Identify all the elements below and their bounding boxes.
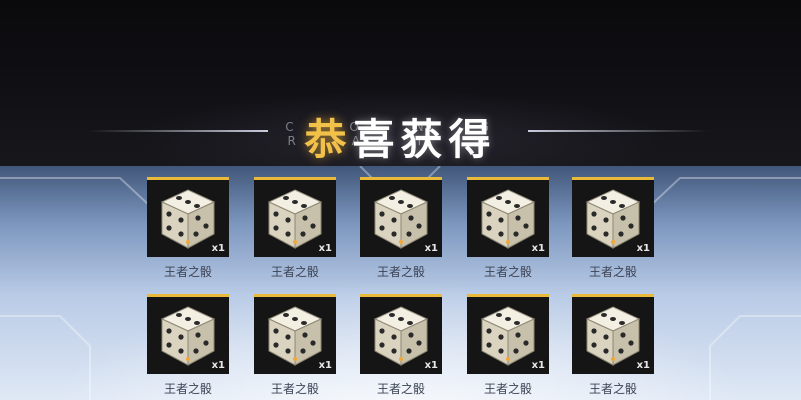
reward-name: 王者之骰 [588, 382, 637, 396]
reward-icon-tile[interactable]: x1 [572, 294, 654, 374]
title-first-char: 恭 [304, 115, 353, 164]
reward-quantity: x1 [531, 360, 545, 371]
reward-icon-tile[interactable]: x1 [360, 294, 442, 374]
dice-icon [267, 189, 323, 249]
reward-card[interactable]: x1 王者之骰 [360, 177, 442, 280]
reward-quantity: x1 [636, 360, 650, 371]
reward-name: 王者之骰 [376, 265, 425, 279]
title-rest: 喜获得 [352, 115, 497, 164]
reward-card[interactable]: x1 王者之骰 [254, 177, 336, 280]
reward-card[interactable]: x1 王者之骰 [360, 294, 442, 397]
reward-name: 王者之骰 [270, 382, 319, 396]
reward-name: 王者之骰 [163, 382, 212, 396]
reward-card[interactable]: x1 王者之骰 [254, 294, 336, 397]
reward-icon-tile[interactable]: x1 [360, 177, 442, 257]
dice-icon [585, 306, 641, 366]
reward-card[interactable]: x1 王者之骰 [147, 177, 229, 280]
reward-title-banner: C O N G R A T S 恭喜获得 [0, 100, 801, 164]
dice-icon [480, 189, 536, 249]
reward-icon-tile[interactable]: x1 [254, 294, 336, 374]
reward-icon-tile[interactable]: x1 [467, 177, 549, 257]
reward-icon-tile[interactable]: x1 [254, 177, 336, 257]
dice-icon [267, 306, 323, 366]
dice-icon [585, 189, 641, 249]
reward-card[interactable]: x1 王者之骰 [467, 177, 549, 280]
reward-icon-tile[interactable]: x1 [147, 294, 229, 374]
reward-name: 王者之骰 [376, 382, 425, 396]
reward-icon-tile[interactable]: x1 [572, 177, 654, 257]
dice-icon [160, 306, 216, 366]
reward-icon-tile[interactable]: x1 [467, 294, 549, 374]
reward-quantity: x1 [424, 243, 438, 254]
reward-quantity: x1 [318, 243, 332, 254]
reward-quantity: x1 [211, 360, 225, 371]
reward-quantity: x1 [424, 360, 438, 371]
reward-icon-tile[interactable]: x1 [147, 177, 229, 257]
dice-icon [160, 189, 216, 249]
reward-quantity: x1 [211, 243, 225, 254]
reward-name: 王者之骰 [163, 265, 212, 279]
reward-name: 王者之骰 [270, 265, 319, 279]
reward-name: 王者之骰 [483, 382, 532, 396]
page-title: 恭喜获得 [0, 106, 801, 167]
reward-card[interactable]: x1 王者之骰 [147, 294, 229, 397]
reward-card[interactable]: x1 王者之骰 [467, 294, 549, 397]
dice-icon [373, 189, 429, 249]
reward-quantity: x1 [531, 243, 545, 254]
reward-quantity: x1 [636, 243, 650, 254]
dice-icon [373, 306, 429, 366]
reward-card[interactable]: x1 王者之骰 [572, 177, 654, 280]
reward-name: 王者之骰 [588, 265, 637, 279]
reward-card[interactable]: x1 王者之骰 [572, 294, 654, 397]
reward-name: 王者之骰 [483, 265, 532, 279]
dice-icon [480, 306, 536, 366]
reward-quantity: x1 [318, 360, 332, 371]
